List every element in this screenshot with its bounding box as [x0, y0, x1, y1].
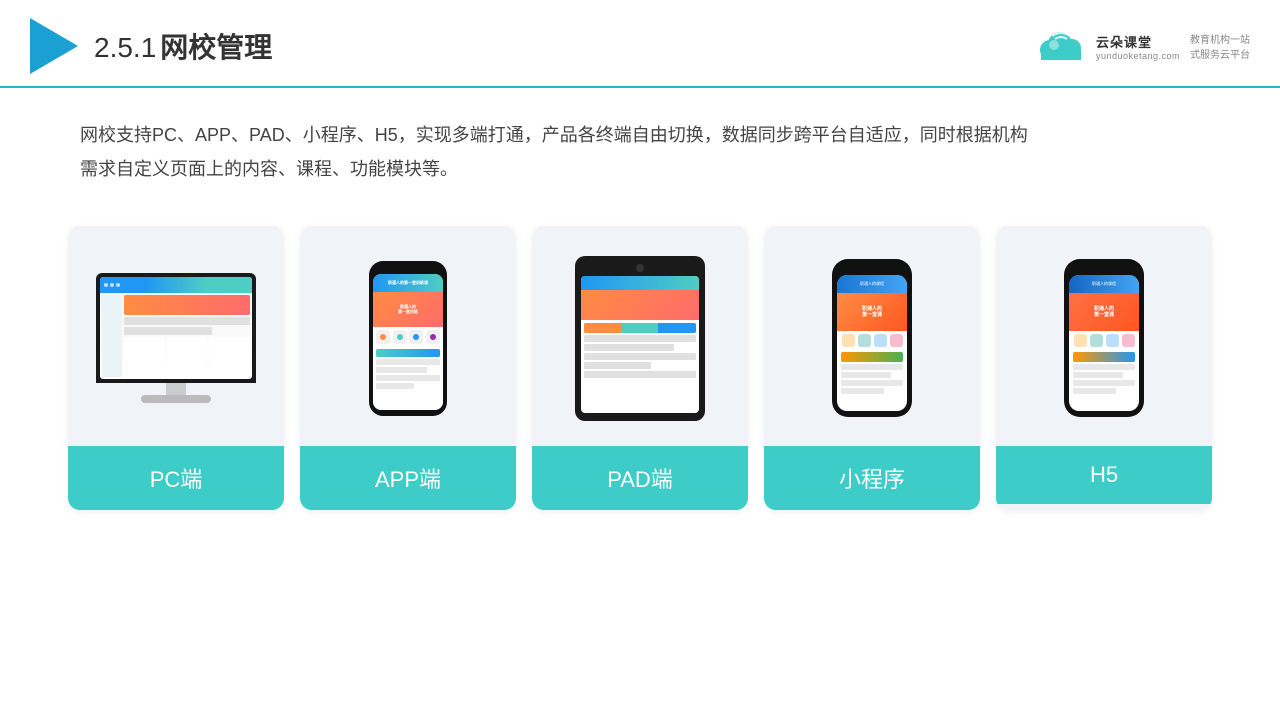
- card-pad-label: PAD端: [532, 446, 748, 510]
- brand-url: yunduoketang.com: [1096, 51, 1180, 61]
- card-h5: 职通人的课程 职通人的第一堂课: [996, 226, 1212, 510]
- phone-notch: [397, 267, 419, 272]
- app-phone-mockup: 职通人的第一堂训练课 职通人的第一堂训练: [369, 261, 447, 416]
- logo-triangle-icon: [30, 18, 78, 74]
- miniprogram-phone-mockup: 职通人的课程 职通人的第一堂课: [832, 259, 912, 417]
- card-pad-image: [532, 226, 748, 446]
- description: 网校支持PC、APP、PAD、小程序、H5，实现多端打通，产品各终端自由切换，数…: [0, 88, 1280, 196]
- brand-slogan2: 式服务云平台: [1190, 46, 1250, 61]
- cards-container: PC端 职通人的第一堂训练课 职通人的第一堂训练: [0, 196, 1280, 540]
- card-pc-image: [68, 226, 284, 446]
- page-title: 2.5.1网校管理: [94, 26, 272, 66]
- cloud-icon: [1032, 28, 1090, 64]
- card-h5-image: 职通人的课程 职通人的第一堂课: [996, 226, 1212, 446]
- header: 2.5.1网校管理 云朵课堂 yunduoketang.com 教育机构一: [0, 0, 1280, 88]
- card-pad: PAD端: [532, 226, 748, 510]
- brand-row: 云朵课堂 yunduoketang.com 教育机构一站 式服务云平台: [1032, 28, 1250, 64]
- mini-phone-notch: [860, 267, 884, 272]
- pc-screen: [100, 277, 252, 379]
- card-miniprogram: 职通人的课程 职通人的第一堂课: [764, 226, 980, 510]
- brand-slogan1: 教育机构一站: [1190, 31, 1250, 46]
- tablet-home-btn: [636, 264, 644, 272]
- h5-phone-mockup: 职通人的课程 职通人的第一堂课: [1064, 259, 1144, 417]
- card-app-image: 职通人的第一堂训练课 职通人的第一堂训练: [300, 226, 516, 446]
- brand-name: 云朵课堂: [1096, 32, 1180, 51]
- pc-stand-neck: [166, 383, 186, 395]
- pc-mockup: [96, 273, 256, 403]
- mini-phone-screen: 职通人的课程 职通人的第一堂课: [837, 275, 907, 411]
- h5-phone-notch: [1092, 267, 1116, 272]
- description-line2: 需求自定义页面上的内容、课程、功能模块等。: [80, 152, 1200, 186]
- pc-monitor: [96, 273, 256, 383]
- card-app-label: APP端: [300, 446, 516, 510]
- page-title-number: 2.5.1: [94, 32, 156, 63]
- phone-screen: 职通人的第一堂训练课 职通人的第一堂训练: [373, 274, 443, 410]
- card-miniprogram-image: 职通人的课程 职通人的第一堂课: [764, 226, 980, 446]
- card-miniprogram-label: 小程序: [764, 446, 980, 510]
- tablet-screen: [581, 276, 699, 413]
- brand-text: 云朵课堂 yunduoketang.com: [1096, 32, 1180, 61]
- brand-slogan: 教育机构一站 式服务云平台: [1190, 31, 1250, 61]
- card-h5-label: H5: [996, 446, 1212, 504]
- h5-phone-screen: 职通人的课程 职通人的第一堂课: [1069, 275, 1139, 411]
- card-pc: PC端: [68, 226, 284, 510]
- pc-stand-base: [141, 395, 211, 403]
- brand-logo: 云朵课堂 yunduoketang.com 教育机构一站 式服务云平台: [1032, 28, 1250, 64]
- page-title-text: 网校管理: [160, 32, 272, 63]
- tablet-mockup: [575, 256, 705, 421]
- header-left: 2.5.1网校管理: [30, 18, 272, 74]
- description-line1: 网校支持PC、APP、PAD、小程序、H5，实现多端打通，产品各终端自由切换，数…: [80, 118, 1200, 152]
- card-app: 职通人的第一堂训练课 职通人的第一堂训练: [300, 226, 516, 510]
- card-pc-label: PC端: [68, 446, 284, 510]
